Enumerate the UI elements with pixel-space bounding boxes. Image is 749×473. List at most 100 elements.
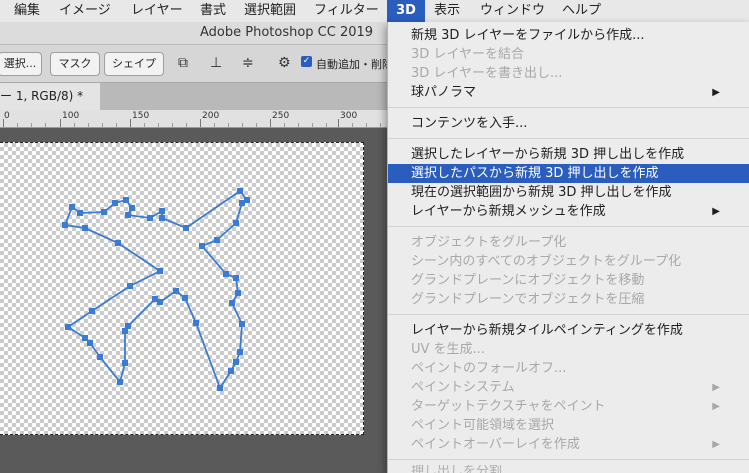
menu-layer[interactable]: レイヤー <box>131 0 183 22</box>
ruler-tick <box>130 119 131 127</box>
menu-item-paint-system: ペイントシステム ▶ <box>388 378 749 397</box>
menu-filter[interactable]: フィルター <box>314 0 379 22</box>
path-alignment-icon[interactable]: ⊥ <box>210 55 222 71</box>
menu-3d-dropdown: 新規 3D レイヤーをファイルから作成... 3D レイヤーを結合 3D レイヤ… <box>387 22 749 473</box>
menu-item-label: レイヤーから新規メッシュを作成 <box>411 204 606 219</box>
menu-item-label: ターゲットテクスチャをペイント <box>411 399 606 414</box>
menu-item-label: コンテンツを入手... <box>411 116 528 131</box>
ruler-tick <box>270 119 271 127</box>
submenu-arrow-icon: ▶ <box>712 206 720 217</box>
airplane-path[interactable] <box>0 143 363 434</box>
ruler-tick <box>214 123 215 127</box>
menu-item-get-content[interactable]: コンテンツを入手... <box>388 114 749 133</box>
menu-item-extrusion-from-path[interactable]: 選択したパスから新規 3D 押し出しを作成 <box>388 164 749 183</box>
menu-separator <box>388 314 749 315</box>
ruler-tick <box>228 123 229 127</box>
menu-item-extrusion-from-selection[interactable]: 現在の選択範囲から新規 3D 押し出しを作成 <box>388 183 749 202</box>
document-tab-label: ー 1, RGB/8) * <box>0 89 84 103</box>
ruler-tick <box>186 123 187 127</box>
menu-item-label: ペイント可能領域を選択 <box>411 418 555 433</box>
menu-separator <box>388 138 749 139</box>
ruler-tick <box>200 119 201 127</box>
ruler-tick <box>45 123 46 127</box>
menu-item-label: UV を生成... <box>411 342 485 357</box>
menu-item-label: 3D レイヤーを書き出し... <box>411 66 563 81</box>
ruler-label: 200 <box>202 111 220 121</box>
menu-item-label: グランドプレーンでオブジェクトを圧縮 <box>411 292 645 307</box>
ruler-label: 100 <box>62 111 80 121</box>
menu-item-create-paint-overlay: ペイントオーバーレイを作成 ▶ <box>388 435 749 454</box>
menu-item-group-objects: オブジェクトをグループ化 <box>388 233 749 252</box>
menu-item-merge-3d-layers: 3D レイヤーを結合 <box>388 45 749 64</box>
ruler-label: 250 <box>272 111 290 121</box>
menu-item-split-extrusion: 押し出しを分割 <box>388 465 749 473</box>
menu-item-label: 選択したパスから新規 3D 押し出しを作成 <box>411 166 659 181</box>
ruler-tick <box>17 123 18 127</box>
menu-item-label: 球パノラマ <box>411 85 477 100</box>
menu-item-tiled-painting[interactable]: レイヤーから新規タイルペインティングを作成 <box>388 321 749 340</box>
mask-button[interactable]: マスク <box>50 52 100 76</box>
menu-item-label: シーン内のすべてのオブジェクトをグループ化 <box>411 254 682 269</box>
ruler-tick <box>88 123 89 127</box>
menu-item-label: オブジェクトをグループ化 <box>411 235 567 250</box>
shape-button[interactable]: シェイプ <box>104 52 164 76</box>
menu-separator <box>388 459 749 460</box>
ruler-tick <box>144 123 145 127</box>
menu-item-export-3d-layer: 3D レイヤーを書き出し... <box>388 64 749 83</box>
menu-item-generate-uvs: UV を生成... <box>388 340 749 359</box>
menu-3d[interactable]: 3D <box>387 0 425 22</box>
ruler-tick <box>298 123 299 127</box>
ruler-label: 300 <box>340 111 358 121</box>
auto-add-delete-label: 自動追加・削除 <box>316 58 393 71</box>
gear-icon[interactable]: ⚙ <box>278 55 291 71</box>
menu-item-snap-to-ground-plane: グランドプレーンでオブジェクトを圧縮 <box>388 290 749 309</box>
menu-item-mesh-from-layer[interactable]: レイヤーから新規メッシュを作成 ▶ <box>388 202 749 221</box>
ruler-tick <box>284 123 285 127</box>
submenu-arrow-icon: ▶ <box>712 401 720 412</box>
menu-item-label: 3D レイヤーを結合 <box>411 47 525 62</box>
menu-item-group-all-objects: シーン内のすべてのオブジェクトをグループ化 <box>388 252 749 271</box>
menu-item-move-to-ground-plane: グランドプレーンにオブジェクトを移動 <box>388 271 749 290</box>
ruler-tick <box>31 123 32 127</box>
menu-item-extrusion-from-layer[interactable]: 選択したレイヤーから新規 3D 押し出しを作成 <box>388 145 749 164</box>
menu-bar: 編集 イメージ レイヤー 書式 選択範囲 フィルター 3D 表示 ウィンドウ ヘ… <box>0 0 749 23</box>
menu-help[interactable]: ヘルプ <box>562 0 601 22</box>
menu-image[interactable]: イメージ <box>59 0 111 22</box>
ruler-tick <box>60 119 61 127</box>
ruler-tick <box>74 123 75 127</box>
menu-item-select-paintable-areas: ペイント可能領域を選択 <box>388 416 749 435</box>
ruler-tick <box>366 123 367 127</box>
auto-add-delete-checkbox[interactable]: ✓ <box>301 56 312 67</box>
menu-item-new-3d-layer-from-file[interactable]: 新規 3D レイヤーをファイルから作成... <box>388 26 749 45</box>
path-operations-icon[interactable]: ⧉ <box>178 55 188 71</box>
ruler-tick <box>256 123 257 127</box>
ruler-label: 0 <box>4 111 10 121</box>
menu-window[interactable]: ウィンドウ <box>480 0 545 22</box>
path-arrangement-icon[interactable]: ≑ <box>242 55 254 71</box>
menu-edit[interactable]: 編集 <box>14 0 40 22</box>
select-button[interactable]: 選択... <box>0 52 42 76</box>
menu-item-label: 新規 3D レイヤーをファイルから作成... <box>411 28 645 43</box>
ruler-tick <box>380 123 381 127</box>
menu-item-label: ペイントのフォールオフ... <box>411 361 567 376</box>
menu-item-paint-target-texture: ターゲットテクスチャをペイント ▶ <box>388 397 749 416</box>
menu-separator <box>388 226 749 227</box>
menu-item-label: ペイントオーバーレイを作成 <box>411 437 580 452</box>
menu-item-label: レイヤーから新規タイルペインティングを作成 <box>411 323 683 338</box>
document-tab[interactable]: ー 1, RGB/8) * <box>0 83 100 110</box>
ruler-tick <box>352 123 353 127</box>
submenu-arrow-icon: ▶ <box>712 87 720 98</box>
ruler-tick <box>172 123 173 127</box>
ruler-tick <box>312 123 313 127</box>
menu-item-label: 現在の選択範囲から新規 3D 押し出しを作成 <box>411 185 672 200</box>
ruler-tick <box>242 123 243 127</box>
menu-view[interactable]: 表示 <box>434 0 460 22</box>
menu-item-label: グランドプレーンにオブジェクトを移動 <box>411 273 645 288</box>
document-canvas[interactable] <box>0 142 364 435</box>
menu-item-label: 選択したレイヤーから新規 3D 押し出しを作成 <box>411 147 685 162</box>
menu-item-spherical-panorama[interactable]: 球パノラマ ▶ <box>388 83 749 102</box>
ruler-tick <box>326 123 327 127</box>
menu-type[interactable]: 書式 <box>200 0 226 22</box>
ruler-tick <box>116 123 117 127</box>
menu-select[interactable]: 選択範囲 <box>244 0 296 22</box>
